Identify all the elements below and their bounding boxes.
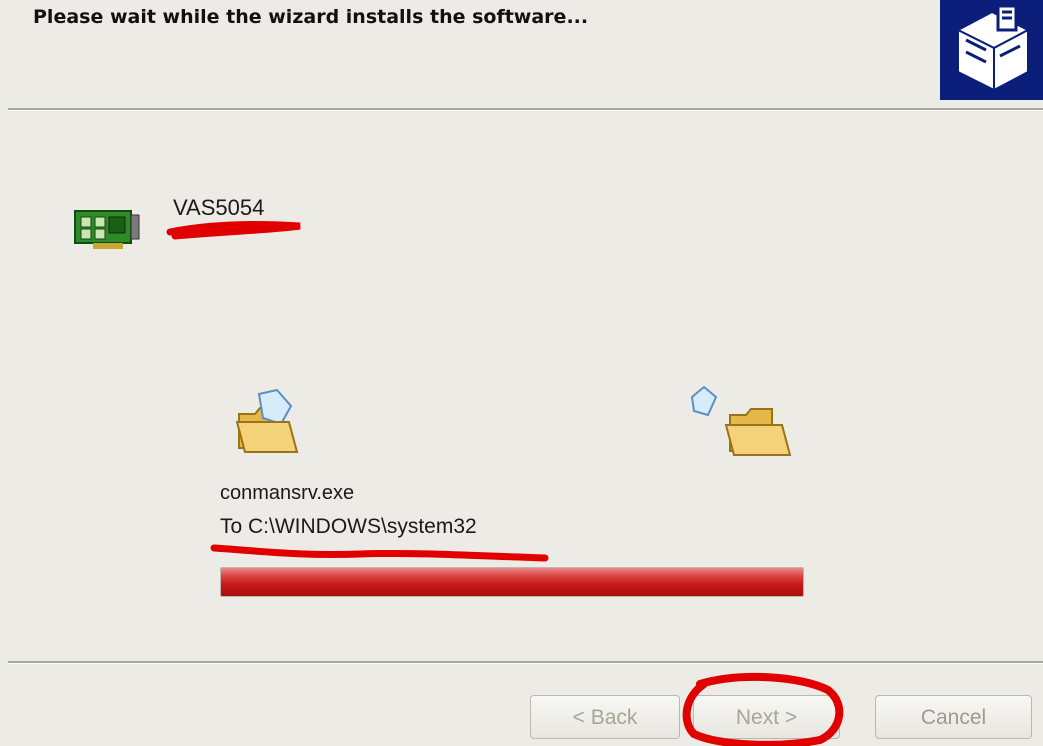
copy-destination: To C:\WINDOWS\system32: [220, 515, 477, 538]
wizard-header: Please wait while the wizard installs th…: [0, 0, 1043, 110]
cancel-button[interactable]: Cancel: [875, 695, 1032, 739]
folder-with-file-icon: [233, 388, 303, 465]
next-button[interactable]: Next >: [693, 695, 840, 739]
open-folder-icon: [686, 385, 794, 466]
hardware-install-icon: [940, 0, 1043, 100]
device-name: VAS5054: [173, 195, 265, 220]
red-annotation-overlay: [166, 220, 844, 746]
install-progress-bar: [220, 567, 804, 597]
copying-file-name: conmansrv.exe: [220, 482, 355, 504]
progress-fill: [221, 568, 803, 596]
footer-divider: [8, 661, 1043, 664]
device-underline-mark: [166, 220, 301, 240]
header-title: Please wait while the wizard installs th…: [33, 6, 589, 28]
back-button[interactable]: < Back: [530, 695, 680, 739]
destination-underline-mark: [210, 544, 549, 562]
network-card-icon: [73, 205, 143, 256]
header-divider: [8, 108, 1043, 111]
